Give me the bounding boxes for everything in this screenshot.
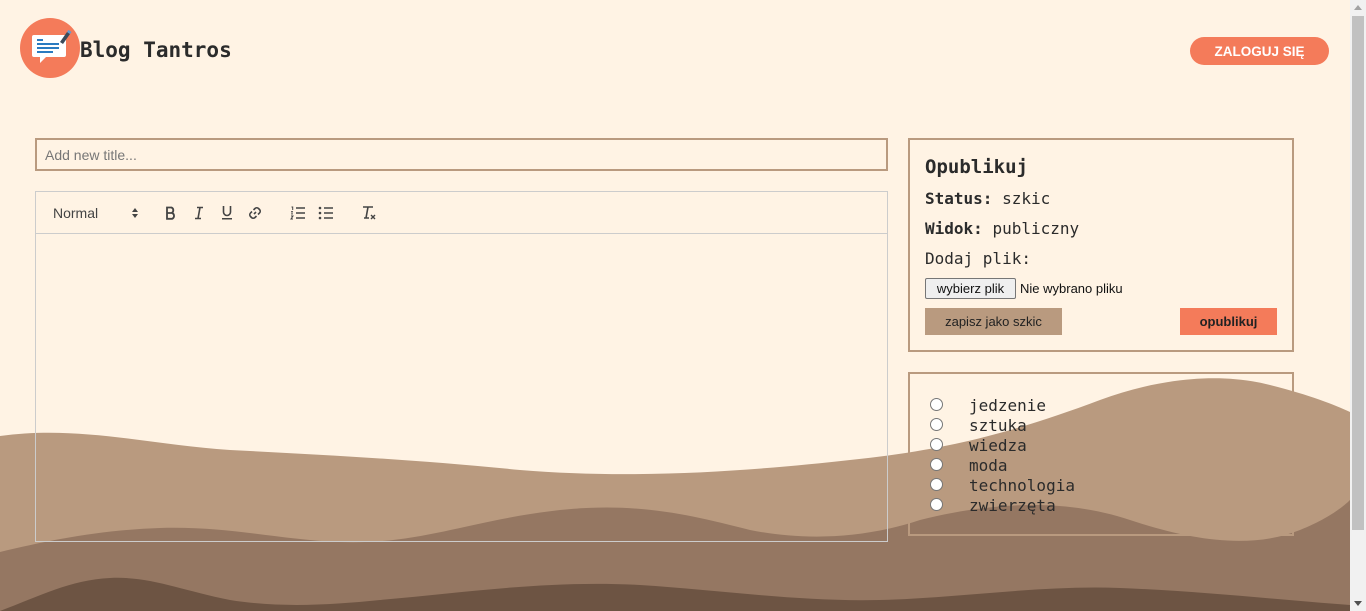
editor-toolbar: Normal — [36, 192, 887, 234]
page-scrollbar[interactable] — [1350, 0, 1366, 611]
category-label: sztuka — [969, 415, 1027, 435]
scroll-down-arrow-icon[interactable] — [1354, 601, 1362, 606]
status-label: Status: — [925, 189, 993, 208]
rich-text-editor: Normal — [35, 191, 888, 542]
add-file-label: Dodaj plik: — [925, 249, 1031, 268]
format-select-label: Normal — [53, 204, 99, 221]
category-radio[interactable] — [930, 497, 943, 511]
category-radio[interactable] — [930, 457, 943, 471]
category-radio[interactable] — [930, 477, 943, 491]
category-radio[interactable] — [930, 437, 943, 451]
view-value: publiczny — [992, 219, 1080, 238]
category-label: jedzenie — [969, 395, 1047, 415]
category-label: zwierzęta — [969, 495, 1056, 515]
file-status: Nie wybrano pliku — [1020, 281, 1123, 296]
clear-format-button[interactable] — [359, 192, 379, 233]
status-row: Status: szkic — [925, 189, 1050, 208]
category-item[interactable]: jedzenie — [930, 395, 1046, 415]
scrollbar-thumb[interactable] — [1352, 16, 1364, 530]
post-title-input[interactable] — [35, 138, 888, 171]
bold-button[interactable] — [161, 192, 181, 233]
link-icon — [249, 206, 261, 219]
ordered-list-button[interactable] — [288, 192, 308, 233]
category-radio[interactable] — [930, 397, 943, 411]
categories-panel: jedzenie sztuka wiedza moda technologia … — [908, 372, 1294, 536]
link-button[interactable] — [245, 192, 265, 233]
view-row: Widok: publiczny — [925, 219, 1079, 238]
blog-chat-icon — [32, 30, 72, 63]
ordered-list-icon — [290, 206, 305, 219]
bold-icon — [166, 206, 175, 220]
scroll-up-arrow-icon[interactable] — [1354, 5, 1362, 10]
publish-button[interactable]: opublikuj — [1180, 308, 1277, 335]
category-radio[interactable] — [930, 417, 943, 431]
category-label: wiedza — [969, 435, 1027, 455]
site-brand[interactable]: Blog Tantros — [80, 38, 232, 62]
category-item[interactable]: sztuka — [930, 415, 1027, 435]
category-item[interactable]: technologia — [930, 475, 1075, 495]
category-item[interactable]: moda — [930, 455, 1008, 475]
bullet-list-button[interactable] — [316, 192, 336, 233]
blog-logo[interactable] — [20, 18, 80, 78]
italic-icon — [195, 206, 203, 219]
italic-button[interactable] — [189, 192, 209, 233]
editor-content-area[interactable] — [36, 233, 887, 541]
status-value: szkic — [1002, 189, 1051, 208]
category-label: technologia — [969, 475, 1075, 495]
save-draft-button[interactable]: zapisz jako szkic — [925, 308, 1062, 335]
underline-icon — [222, 206, 232, 220]
login-button[interactable]: ZALOGUJ SIĘ — [1190, 37, 1329, 65]
view-label: Widok: — [925, 219, 983, 238]
publish-panel: Opublikuj Status: szkic Widok: publiczny… — [908, 138, 1294, 352]
clear-format-icon — [363, 205, 376, 219]
choose-file-button[interactable]: wybierz plik — [925, 278, 1016, 299]
bullet-list-icon — [318, 206, 333, 219]
select-arrows-icon — [132, 207, 138, 218]
category-label: moda — [969, 455, 1008, 475]
category-item[interactable]: zwierzęta — [930, 495, 1056, 515]
underline-button[interactable] — [217, 192, 237, 233]
publish-title: Opublikuj — [925, 156, 1028, 178]
category-item[interactable]: wiedza — [930, 435, 1027, 455]
format-select[interactable]: Normal — [53, 192, 139, 233]
